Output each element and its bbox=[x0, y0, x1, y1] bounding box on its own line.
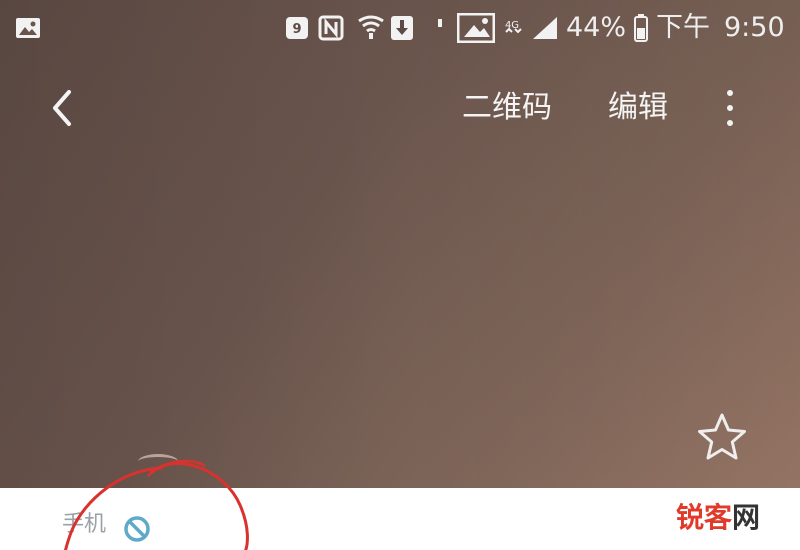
signal-icon bbox=[530, 14, 560, 42]
clock: 9:50 bbox=[724, 12, 785, 43]
back-button[interactable] bbox=[36, 82, 88, 134]
contact-detail-screen: 9 4G 44% 下午 9:50 二维码 编辑 手机 锐客网 bbox=[0, 0, 800, 550]
more-dot bbox=[727, 105, 733, 111]
status-bar: 9 4G 44% 下午 9:50 bbox=[0, 0, 800, 54]
wifi-icon bbox=[356, 14, 386, 42]
watermark: 锐客网 bbox=[676, 500, 760, 536]
battery-icon bbox=[632, 14, 650, 42]
more-options-button[interactable] bbox=[714, 84, 746, 132]
time-prefix: 下午 bbox=[656, 12, 710, 43]
more-dot bbox=[727, 120, 733, 126]
vibrate-icon bbox=[432, 14, 448, 42]
avatar-edge bbox=[138, 454, 178, 469]
star-outline-icon bbox=[698, 413, 746, 460]
phone-label: 手机 bbox=[62, 512, 107, 537]
mobile-data-icon: 4G bbox=[500, 14, 524, 42]
chevron-left-icon bbox=[53, 90, 71, 126]
favorite-button[interactable] bbox=[690, 405, 754, 469]
svg-text:9: 9 bbox=[292, 22, 301, 37]
more-vertical-icon bbox=[727, 90, 733, 96]
qr-code-button[interactable]: 二维码 bbox=[462, 88, 552, 128]
profile-header-background bbox=[0, 0, 800, 488]
battery-percent: 44% bbox=[566, 12, 627, 43]
image-icon bbox=[456, 13, 496, 43]
nfc-icon bbox=[316, 14, 346, 42]
watermark-part2: 网 bbox=[732, 501, 761, 534]
block-icon[interactable] bbox=[122, 514, 152, 544]
watermark-part1: 锐客 bbox=[676, 501, 733, 534]
download-icon bbox=[388, 14, 416, 42]
edit-button[interactable]: 编辑 bbox=[608, 88, 668, 128]
sim-card-icon: 9 bbox=[282, 14, 312, 42]
gallery-icon bbox=[12, 14, 44, 42]
svg-text:4G: 4G bbox=[505, 20, 519, 31]
